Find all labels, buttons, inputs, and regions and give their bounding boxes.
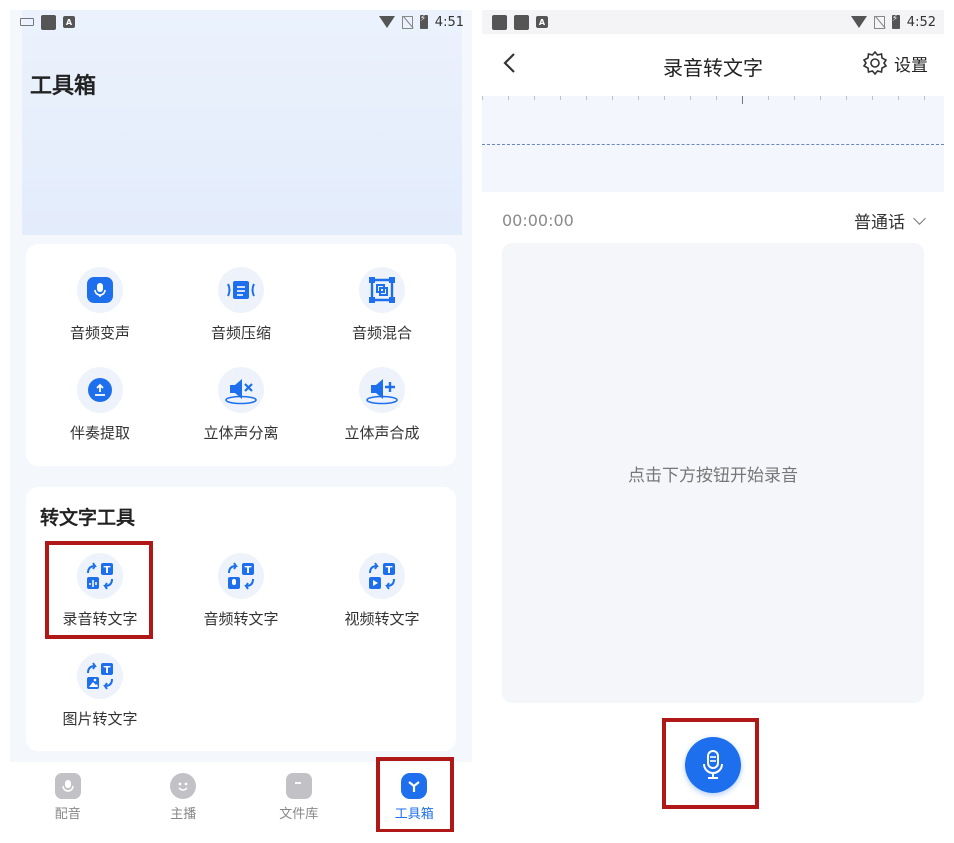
tool-video-to-text[interactable]: T 视频转文字: [322, 553, 442, 629]
tool-stereo-merge[interactable]: 立体声合成: [322, 367, 442, 443]
dubbing-icon: [54, 772, 81, 799]
ruler-tick: [820, 96, 821, 100]
highlight-toolbox-tab: [376, 757, 454, 832]
tool-voice-change[interactable]: 音频变声: [40, 267, 160, 343]
compress-icon: [218, 267, 264, 313]
ruler-tick: [898, 96, 899, 100]
settings-label: 设置: [894, 55, 928, 76]
chevron-down-icon: [913, 211, 926, 225]
time-ruler: [482, 96, 944, 106]
mic-square-icon: [77, 267, 123, 313]
audio-tools-card: 音频变声 音频压缩 音频混合 伴奏提取 立体声分离 立体声合成: [26, 244, 456, 466]
tool-label: 音频压缩: [210, 324, 271, 342]
keyboard-icon: [20, 18, 34, 26]
ruler-tick: [742, 96, 743, 104]
tool-stereo-split[interactable]: 立体声分离: [181, 367, 301, 443]
settings-button[interactable]: 设置: [862, 50, 928, 76]
ruler-tick: [534, 96, 535, 100]
record-hint: 点击下方按钮开始录音: [628, 465, 798, 486]
tool-label: 视频转文字: [344, 610, 420, 628]
transcript-panel: 点击下方按钮开始录音: [502, 243, 924, 703]
ruler-tick: [560, 96, 561, 100]
no-sim-icon: [401, 15, 413, 29]
tool-label: 伴奏提取: [69, 424, 130, 442]
language-label: 普通话: [854, 213, 905, 233]
ruler-tick: [612, 96, 613, 100]
ruler-tick: [482, 96, 483, 100]
tab-dubbing[interactable]: 配音: [10, 762, 126, 832]
video-to-text-icon: T: [359, 553, 405, 599]
waveform-baseline: [482, 144, 944, 145]
status-bar: A 4:52: [482, 10, 944, 34]
mix-icon: [359, 267, 405, 313]
ruler-tick: [716, 96, 717, 100]
notification-icon: [41, 14, 56, 30]
no-sim-icon: [873, 15, 885, 29]
svg-text:T: T: [245, 565, 252, 576]
a-icon: A: [63, 16, 75, 28]
ruler-tick: [586, 96, 587, 100]
svg-text:T: T: [104, 665, 111, 676]
wifi-icon: [850, 16, 867, 28]
image-to-text-icon: T: [77, 653, 123, 699]
battery-icon: [891, 14, 900, 29]
tool-audio-mix[interactable]: 音频混合: [322, 267, 442, 343]
toolbox-screen: A 4:51 工具箱 音频变声 音频压缩 音频混合: [10, 10, 472, 832]
tab-label: 主播: [170, 806, 197, 822]
highlight-record-to-text: [45, 541, 153, 639]
ruler-tick: [508, 96, 509, 100]
speaker-merge-icon: [359, 367, 405, 413]
language-select[interactable]: 普通话: [854, 208, 926, 233]
page-title: 工具箱: [30, 74, 97, 99]
svg-text:T: T: [386, 565, 393, 576]
record-to-text-screen: A 4:52 录音转文字 设置 00:00:00 普通话 点击下方按钮开始录音: [482, 10, 944, 840]
library-icon: [285, 772, 312, 799]
wifi-icon: [378, 16, 395, 28]
battery-icon: [419, 14, 428, 29]
status-bar: A 4:51: [10, 10, 472, 34]
tool-audio-to-text[interactable]: T 音频转文字: [181, 553, 301, 629]
tool-label: 音频变声: [69, 324, 130, 342]
highlight-record-button: [662, 718, 759, 809]
tool-label: 音频转文字: [203, 610, 279, 628]
record-info-row: 00:00:00 普通话: [502, 208, 926, 233]
ruler-tick: [924, 96, 925, 100]
ruler-tick: [638, 96, 639, 100]
status-time: 4:51: [434, 14, 464, 30]
ruler-tick: [794, 96, 795, 100]
notification-icon: [492, 14, 507, 30]
tool-audio-compress[interactable]: 音频压缩: [181, 267, 301, 343]
ruler-tick: [872, 96, 873, 100]
tab-label: 配音: [54, 806, 81, 822]
extract-icon: [77, 367, 123, 413]
tab-label: 文件库: [279, 806, 319, 822]
a-icon: A: [536, 16, 548, 28]
tool-accompaniment-extract[interactable]: 伴奏提取: [40, 367, 160, 443]
hero-banner: [22, 10, 462, 235]
status-time: 4:52: [906, 14, 936, 30]
record-timer: 00:00:00: [502, 211, 574, 230]
waveform-area: [482, 96, 944, 192]
ruler-tick: [846, 96, 847, 100]
nav-bar: 录音转文字 设置: [482, 34, 944, 96]
tab-library[interactable]: 文件库: [241, 762, 357, 832]
tool-label: 立体声合成: [344, 424, 420, 442]
tool-label: 音频混合: [351, 324, 412, 342]
anchor-icon: [170, 772, 197, 799]
notification-icon: [514, 14, 529, 30]
section-title: 转文字工具: [40, 507, 136, 529]
ruler-tick: [690, 96, 691, 100]
speaker-split-icon: [218, 367, 264, 413]
ruler-tick: [664, 96, 665, 100]
ruler-tick: [768, 96, 769, 100]
tab-anchor[interactable]: 主播: [126, 762, 242, 832]
audio-to-text-icon: T: [218, 553, 264, 599]
tool-image-to-text[interactable]: T 图片转文字: [40, 653, 160, 729]
tool-label: 图片转文字: [62, 710, 138, 728]
gear-icon: [862, 50, 888, 76]
tool-label: 立体声分离: [203, 424, 279, 442]
